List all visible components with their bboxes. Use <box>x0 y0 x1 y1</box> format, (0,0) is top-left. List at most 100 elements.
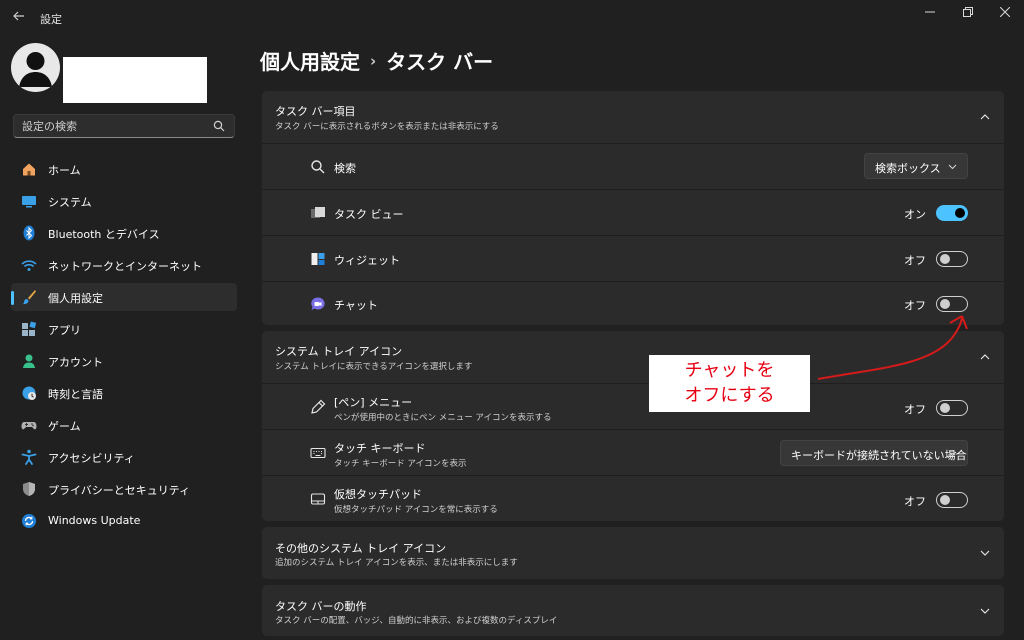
sidebar-item-label: アプリ <box>48 324 81 337</box>
row-label: タスク ビュー <box>334 208 404 221</box>
avatar[interactable] <box>11 43 60 92</box>
row-task-view: タスク ビュー オン <box>262 189 1004 236</box>
update-icon <box>22 514 36 528</box>
section-title: その他のシステム トレイ アイコン <box>275 542 447 555</box>
sidebar-item-label: ネットワークとインターネット <box>48 260 202 273</box>
sidebar-item-apps[interactable]: アプリ <box>11 315 237 343</box>
toggle-knob <box>940 403 950 413</box>
settings-search-box[interactable] <box>13 114 235 138</box>
breadcrumb-separator: › <box>370 51 377 70</box>
toggle-knob <box>940 254 950 264</box>
section-title: システム トレイ アイコン <box>275 345 403 358</box>
chevron-down-icon <box>948 451 957 457</box>
search-mode-dropdown[interactable]: 検索ボックス <box>864 153 968 179</box>
search-icon <box>311 160 325 174</box>
touch-keyboard-dropdown[interactable]: キーボードが接続されていない場合 <box>780 440 968 466</box>
sidebar-item-label: 時刻と言語 <box>48 388 103 401</box>
toggle-state-label: オン <box>904 208 926 221</box>
row-label: 検索 <box>334 162 356 175</box>
toggle-state-label: オフ <box>904 403 926 416</box>
sidebar-item-label: Bluetooth とデバイス <box>48 228 160 241</box>
widgets-toggle[interactable] <box>936 251 968 267</box>
chevron-up-icon[interactable] <box>979 111 991 123</box>
sidebar-item-windows-update[interactable]: Windows Update <box>11 507 237 535</box>
virtual-touchpad-toggle[interactable] <box>936 492 968 508</box>
row-label: [ペン] メニュー <box>334 396 413 409</box>
chevron-down-icon[interactable] <box>979 547 991 559</box>
breadcrumb-parent[interactable]: 個人用設定 <box>260 50 360 74</box>
pen-icon <box>311 399 326 414</box>
section-title: タスク バーの動作 <box>275 600 367 613</box>
dropdown-value: 検索ボックス <box>875 162 941 175</box>
row-label: タッチ キーボード <box>334 442 426 455</box>
accessibility-icon <box>21 449 37 465</box>
sidebar-item-label: Windows Update <box>48 514 141 527</box>
row-description: タッチ キーボード アイコンを表示 <box>334 459 467 469</box>
row-description: ペンが使用中のときにペン メニュー アイコンを表示する <box>334 413 552 423</box>
gamepad-icon <box>21 422 37 430</box>
widgets-icon <box>311 253 325 265</box>
sidebar-item-gaming[interactable]: ゲーム <box>11 411 237 439</box>
touchpad-icon <box>310 493 326 505</box>
sidebar-item-accounts[interactable]: アカウント <box>11 347 237 375</box>
time-language-icon <box>22 386 36 400</box>
row-chat: チャット オフ <box>262 281 1004 326</box>
close-button[interactable] <box>990 4 1020 24</box>
apps-icon <box>22 321 37 336</box>
row-search: 検索 検索ボックス <box>262 143 1004 190</box>
sidebar-item-network[interactable]: ネットワークとインターネット <box>11 251 237 279</box>
sidebar-item-time-language[interactable]: 時刻と言語 <box>11 379 237 407</box>
shield-icon <box>23 482 35 496</box>
dropdown-value: キーボードが接続されていない場合 <box>791 449 967 462</box>
taskbar-items-card: タスク バー項目 タスク バーに表示されるボタンを表示または非表示にする 検索 … <box>262 91 1004 325</box>
toggle-state-label: オフ <box>904 495 926 508</box>
pen-menu-toggle[interactable] <box>936 400 968 416</box>
system-icon <box>22 196 36 208</box>
row-pen-menu: [ペン] メニュー ペンが使用中のときにペン メニュー アイコンを表示する オフ <box>262 383 1004 430</box>
row-label: チャット <box>334 299 378 312</box>
breadcrumb: 個人用設定 › タスク バー <box>260 46 493 75</box>
annotation-callout: チャットを オフにする <box>649 355 810 412</box>
sidebar-item-system[interactable]: システム <box>11 187 237 215</box>
sidebar-item-label: 個人用設定 <box>48 292 103 305</box>
breadcrumb-current: タスク バー <box>386 50 494 74</box>
chat-toggle[interactable] <box>936 296 968 312</box>
task-view-toggle[interactable] <box>936 205 968 221</box>
sidebar-item-bluetooth[interactable]: Bluetooth とデバイス <box>11 219 237 247</box>
chevron-up-icon[interactable] <box>979 351 991 363</box>
toggle-knob <box>940 299 950 309</box>
section-title: タスク バー項目 <box>275 105 356 118</box>
minimize-button[interactable] <box>915 4 945 24</box>
row-widgets: ウィジェット オフ <box>262 235 1004 282</box>
sidebar-item-label: アクセシビリティ <box>48 452 135 465</box>
keyboard-icon <box>310 447 326 459</box>
system-tray-header[interactable]: システム トレイ アイコン システム トレイに表示できるアイコンを選択します <box>262 331 1004 383</box>
section-subtitle: タスク バーに表示されるボタンを表示または非表示にする <box>275 122 499 132</box>
sidebar-item-privacy[interactable]: プライバシーとセキュリティ <box>11 475 237 503</box>
system-tray-card: システム トレイ アイコン システム トレイに表示できるアイコンを選択します [… <box>262 331 1004 521</box>
restore-button[interactable] <box>953 4 983 24</box>
sidebar-item-personalization[interactable]: 個人用設定 <box>11 283 237 311</box>
section-subtitle: システム トレイに表示できるアイコンを選択します <box>275 362 473 372</box>
sidebar-nav: ホーム システム Bluetooth とデバイス ネットワークとインターネット … <box>11 155 237 539</box>
annotation-text: チャットを オフにする <box>649 358 810 408</box>
sidebar-item-accessibility[interactable]: アクセシビリティ <box>11 443 237 471</box>
task-view-icon <box>311 207 325 218</box>
chevron-down-icon[interactable] <box>979 605 991 617</box>
search-input[interactable] <box>22 118 212 134</box>
annotation-line: チャットを <box>684 360 775 381</box>
wifi-icon <box>21 260 37 271</box>
toggle-knob <box>940 495 950 505</box>
taskbar-items-header[interactable]: タスク バー項目 タスク バーに表示されるボタンを表示または非表示にする <box>262 91 1004 143</box>
sidebar-item-home[interactable]: ホーム <box>11 155 237 183</box>
taskbar-behaviors-card[interactable]: タスク バーの動作 タスク バーの配置、バッジ、自動的に非表示、および複数のディ… <box>262 585 1004 636</box>
section-subtitle: 追加のシステム トレイ アイコンを表示、または非表示にします <box>275 558 518 568</box>
sidebar-item-label: アカウント <box>48 356 103 369</box>
window-title: 設定 <box>40 13 62 26</box>
other-tray-card[interactable]: その他のシステム トレイ アイコン 追加のシステム トレイ アイコンを表示、また… <box>262 527 1004 579</box>
toggle-knob <box>955 208 965 218</box>
sidebar-item-label: システム <box>48 196 92 209</box>
sidebar-item-label: ゲーム <box>48 420 81 433</box>
account-icon <box>23 354 35 368</box>
back-arrow-icon[interactable] <box>12 9 28 25</box>
